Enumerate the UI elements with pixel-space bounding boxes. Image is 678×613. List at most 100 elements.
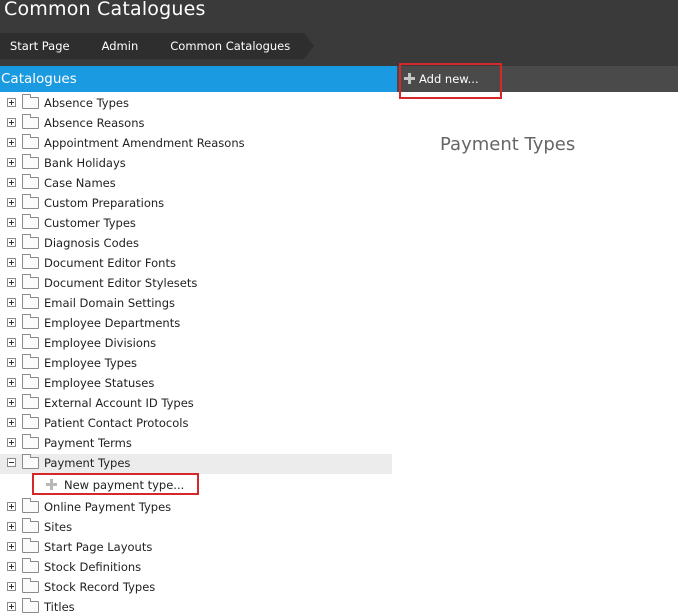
folder-icon (22, 558, 39, 573)
tree-item-label: Payment Types (44, 456, 131, 470)
top-bar: Common Catalogues Start Page Admin Commo… (0, 0, 678, 66)
tree-item-label: Document Editor Stylesets (44, 276, 198, 290)
tree-item[interactable]: Start Page Layouts (0, 538, 392, 558)
add-new-button[interactable]: Add new... (400, 66, 479, 92)
tree-item-label: Bank Holidays (44, 156, 126, 170)
expand-toggle-icon[interactable] (7, 298, 16, 307)
expand-toggle-icon[interactable] (7, 378, 16, 387)
expand-toggle-icon[interactable] (7, 418, 16, 427)
folder-icon (22, 294, 39, 309)
tree-item-label: Online Payment Types (44, 500, 172, 514)
tree-item[interactable]: Email Domain Settings (0, 294, 392, 314)
expand-toggle-icon[interactable] (7, 238, 16, 247)
breadcrumb-common-catalogues[interactable]: Common Catalogues (150, 33, 315, 59)
tree-item[interactable]: Payment Terms (0, 434, 392, 454)
tree-item[interactable]: Employee Statuses (0, 374, 392, 394)
folder-icon (22, 414, 39, 429)
folder-icon (22, 234, 39, 249)
folder-icon (22, 334, 39, 349)
tree-item[interactable]: Customer Types (0, 214, 392, 234)
tree-item[interactable]: Absence Reasons (0, 114, 392, 134)
folder-icon (22, 214, 39, 229)
collapse-toggle-icon[interactable] (7, 458, 16, 467)
expand-toggle-icon[interactable] (7, 218, 16, 227)
tree-item-label: Titles (44, 600, 75, 613)
expand-toggle-icon[interactable] (7, 318, 16, 327)
tree-item-label: Employee Statuses (44, 376, 155, 390)
expand-toggle-icon[interactable] (7, 398, 16, 407)
tree-item[interactable]: Appointment Amendment Reasons (0, 134, 392, 154)
folder-icon (22, 134, 39, 149)
tree-item-label: Payment Terms (44, 436, 132, 450)
tree-item-label: Customer Types (44, 216, 136, 230)
tree-item-label: Absence Reasons (44, 116, 145, 130)
expand-toggle-icon[interactable] (7, 258, 16, 267)
tree-item[interactable]: Document Editor Stylesets (0, 274, 392, 294)
expand-toggle-icon[interactable] (7, 118, 16, 127)
expand-toggle-icon[interactable] (7, 338, 16, 347)
folder-icon (22, 254, 39, 269)
tree-item[interactable]: Patient Contact Protocols (0, 414, 392, 434)
folder-icon (22, 354, 39, 369)
tree-item-label: Appointment Amendment Reasons (44, 136, 245, 150)
folder-icon (22, 114, 39, 129)
tree-item-label: Stock Record Types (44, 580, 156, 594)
add-new-label: Add new... (419, 72, 479, 86)
tree-item[interactable]: Stock Record Types (0, 578, 392, 598)
breadcrumb-admin[interactable]: Admin (81, 33, 162, 59)
expand-toggle-icon[interactable] (7, 158, 16, 167)
expand-toggle-icon[interactable] (7, 278, 16, 287)
expand-toggle-icon[interactable] (7, 562, 16, 571)
tree-item-label: Stock Definitions (44, 560, 142, 574)
tree-item[interactable]: Diagnosis Codes (0, 234, 392, 254)
folder-icon (22, 194, 39, 209)
tree-item[interactable]: Sites (0, 518, 392, 538)
folder-icon (22, 578, 39, 593)
expand-toggle-icon[interactable] (7, 438, 16, 447)
tree-item[interactable]: Absence Types (0, 94, 392, 114)
tree-item[interactable]: Custom Preparations (0, 194, 392, 214)
new-payment-type-label: New payment type... (64, 478, 185, 492)
folder-icon (22, 94, 39, 109)
expand-toggle-icon[interactable] (7, 602, 16, 611)
folder-icon (22, 434, 39, 449)
folder-icon (22, 374, 39, 389)
expand-toggle-icon[interactable] (7, 358, 16, 367)
expand-toggle-icon[interactable] (7, 198, 16, 207)
tree-item-label: Patient Contact Protocols (44, 416, 189, 430)
tree-item[interactable]: Titles (0, 598, 392, 613)
new-payment-type-button[interactable]: New payment type... (46, 476, 184, 494)
tree-item[interactable]: Stock Definitions (0, 558, 392, 578)
tree-item[interactable]: Employee Departments (0, 314, 392, 334)
tree-item-label: Document Editor Fonts (44, 256, 176, 270)
expand-toggle-icon[interactable] (7, 178, 16, 187)
breadcrumb-start-page[interactable]: Start Page (0, 33, 94, 59)
tree-item-label: Sites (44, 520, 73, 534)
tree-item-payment-types[interactable]: Payment Types (0, 454, 392, 474)
expand-toggle-icon[interactable] (7, 98, 16, 107)
tree-item[interactable]: Online Payment Types (0, 498, 392, 518)
tree-item-label: Diagnosis Codes (44, 236, 139, 250)
expand-toggle-icon[interactable] (7, 138, 16, 147)
expand-toggle-icon[interactable] (7, 502, 16, 511)
tree-item[interactable]: Employee Divisions (0, 334, 392, 354)
tree-item-label: Employee Departments (44, 316, 181, 330)
plus-icon (404, 73, 415, 84)
tree-item[interactable]: External Account ID Types (0, 394, 392, 414)
tree-item[interactable]: Employee Types (0, 354, 392, 374)
folder-icon (22, 598, 39, 613)
expand-toggle-icon[interactable] (7, 522, 16, 531)
plus-icon (46, 479, 57, 490)
tree-item-label: Employee Divisions (44, 336, 157, 350)
catalogue-tree: Absence Types Absence Reasons Appointment … (0, 94, 397, 613)
tree-item[interactable]: Bank Holidays (0, 154, 392, 174)
tree-item-label: Start Page Layouts (44, 540, 153, 554)
expand-toggle-icon[interactable] (7, 582, 16, 591)
folder-icon (22, 314, 39, 329)
tree-item[interactable]: Case Names (0, 174, 392, 194)
folder-icon (22, 498, 39, 513)
expand-toggle-icon[interactable] (7, 542, 16, 551)
tree-item-label: Employee Types (44, 356, 138, 370)
tree-item[interactable]: Document Editor Fonts (0, 254, 392, 274)
breadcrumb: Start Page Admin Common Catalogues (0, 33, 315, 59)
